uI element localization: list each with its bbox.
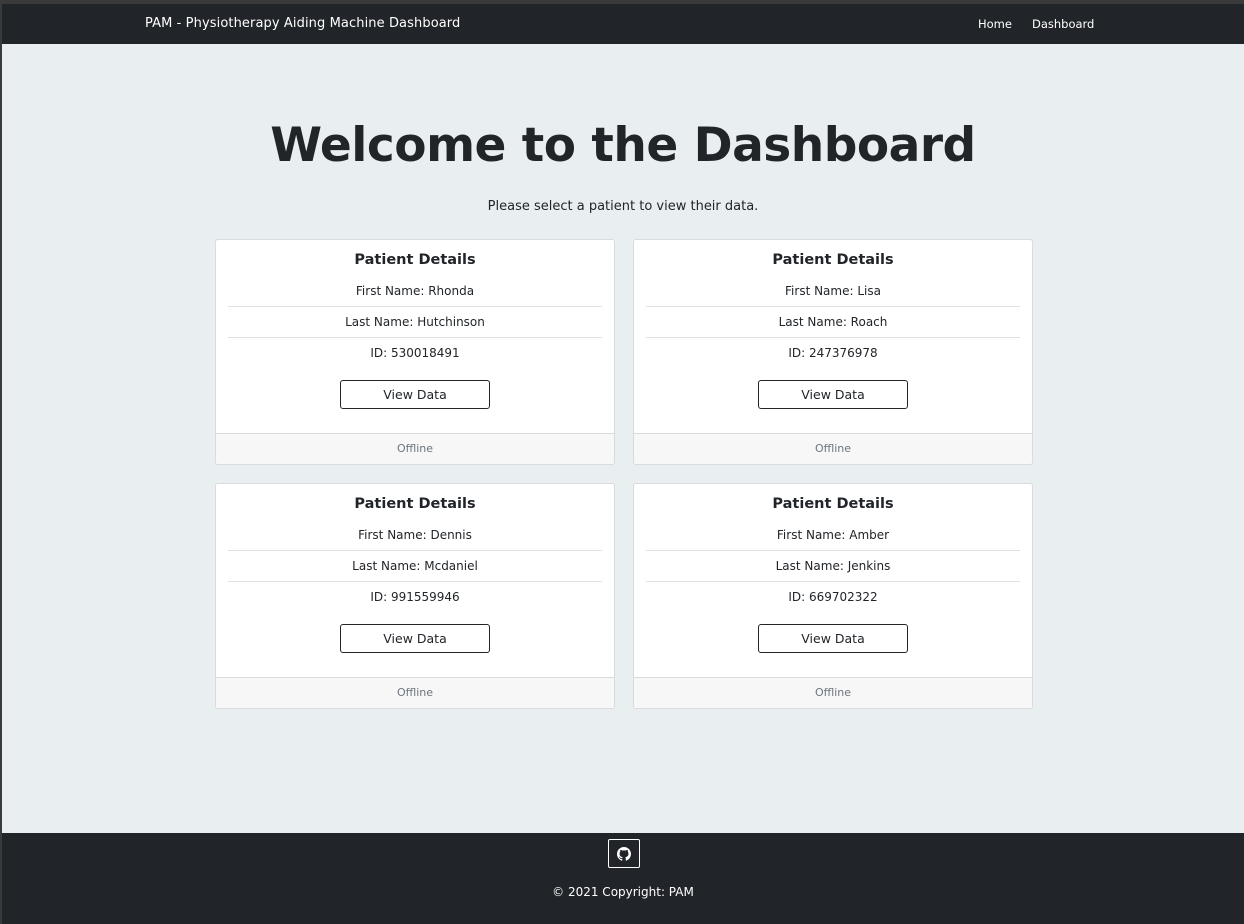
last-name: Last Name: Jenkins	[775, 559, 891, 573]
card-title: Patient Details	[354, 496, 476, 512]
patient-id: ID: 669702322	[788, 590, 878, 604]
patient-id: ID: 991559946	[370, 590, 460, 604]
patient-card: Patient Details First Name: Amber Last N…	[633, 483, 1033, 709]
view-data-button[interactable]: View Data	[758, 624, 908, 653]
page-title: Welcome to the Dashboard	[270, 118, 976, 173]
patient-card: Patient Details First Name: Rhonda Last …	[215, 239, 615, 465]
card-title: Patient Details	[772, 252, 894, 268]
last-name: Last Name: Roach	[778, 315, 888, 329]
first-name: First Name: Rhonda	[355, 284, 475, 298]
divider	[646, 581, 1020, 582]
card-title: Patient Details	[772, 496, 894, 512]
patient-card: Patient Details First Name: Dennis Last …	[215, 483, 615, 709]
first-name: First Name: Dennis	[358, 528, 472, 542]
last-name: Last Name: Hutchinson	[345, 315, 485, 329]
patient-id: ID: 247376978	[788, 346, 878, 360]
divider	[228, 306, 602, 307]
github-icon	[617, 846, 631, 861]
status-footer: Offline	[634, 677, 1032, 708]
page-footer: © 2021 Copyright: PAM	[2, 833, 1244, 924]
patient-card: Patient Details First Name: Lisa Last Na…	[633, 239, 1033, 465]
nav-links: Home Dashboard	[978, 17, 1094, 31]
first-name: First Name: Lisa	[785, 284, 881, 298]
divider	[646, 306, 1020, 307]
first-name: First Name: Amber	[776, 528, 890, 542]
page-subtitle: Please select a patient to view their da…	[487, 199, 759, 214]
status-footer: Offline	[216, 677, 614, 708]
copyright-text: © 2021 Copyright: PAM	[552, 885, 694, 899]
status-footer: Offline	[216, 433, 614, 464]
nav-link-home[interactable]: Home	[978, 17, 1012, 31]
nav-link-dashboard[interactable]: Dashboard	[1032, 17, 1094, 31]
status-footer: Offline	[634, 433, 1032, 464]
divider	[228, 550, 602, 551]
divider	[228, 337, 602, 338]
divider	[646, 550, 1020, 551]
view-data-button[interactable]: View Data	[340, 380, 490, 409]
card-title: Patient Details	[354, 252, 476, 268]
last-name: Last Name: Mcdaniel	[352, 559, 478, 573]
view-data-button[interactable]: View Data	[758, 380, 908, 409]
navbar: PAM - Physiotherapy Aiding Machine Dashb…	[2, 4, 1244, 44]
page: PAM - Physiotherapy Aiding Machine Dashb…	[2, 4, 1244, 924]
navbar-brand[interactable]: PAM - Physiotherapy Aiding Machine Dashb…	[145, 16, 460, 31]
divider	[228, 581, 602, 582]
view-data-button[interactable]: View Data	[340, 624, 490, 653]
divider	[646, 337, 1020, 338]
patient-id: ID: 530018491	[370, 346, 460, 360]
github-button[interactable]	[608, 839, 640, 868]
